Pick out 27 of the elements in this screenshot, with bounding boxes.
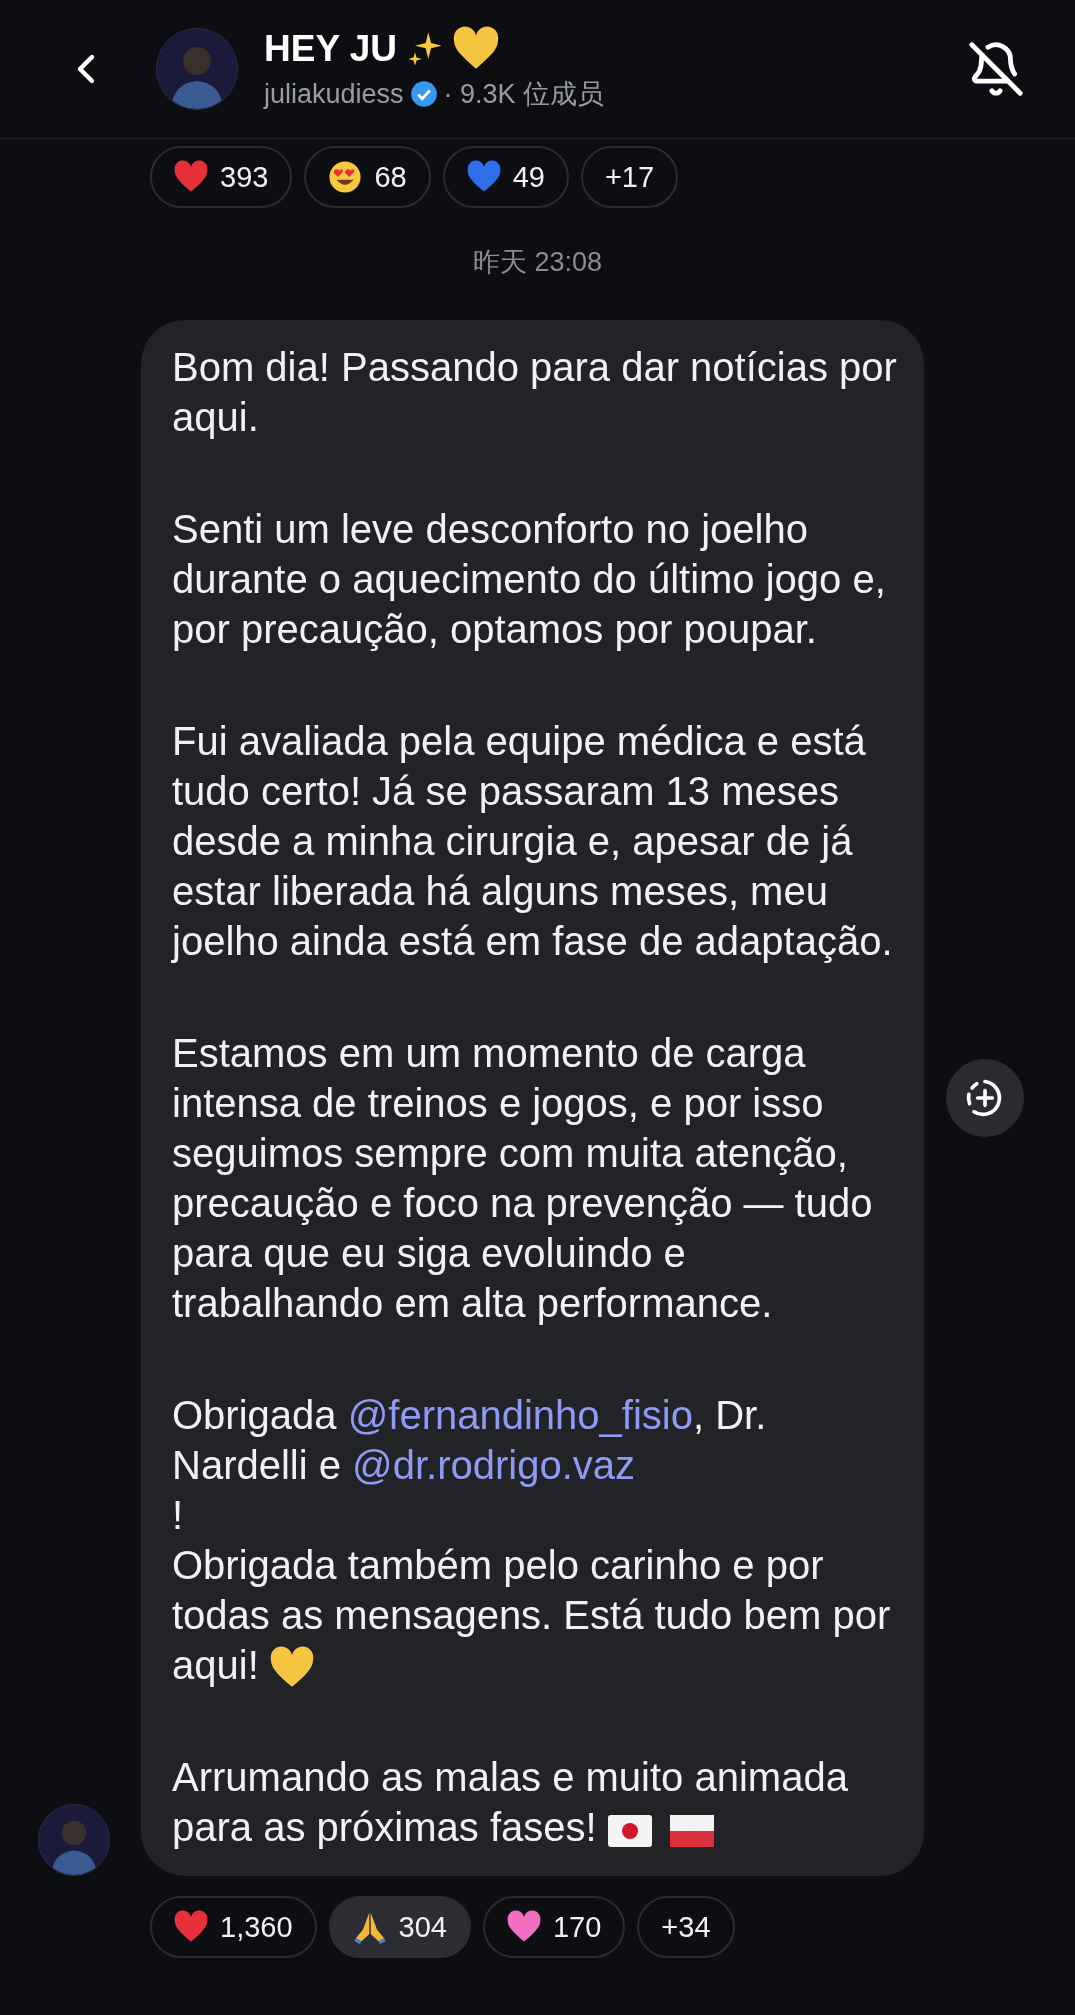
- reaction-chip[interactable]: 393: [150, 146, 293, 208]
- reaction-chip[interactable]: 49: [442, 146, 569, 208]
- reaction-chip[interactable]: 170: [482, 1896, 626, 1959]
- reaction-chip[interactable]: +34: [637, 1896, 735, 1959]
- heart-icon: [174, 160, 208, 194]
- member-count: · 9.3K 位成员: [443, 78, 605, 111]
- message-paragraph: Bom dia! Passando para dar notícias por aqui.: [172, 344, 898, 441]
- message-paragraph: Senti um leve desconforto no joelho durante o aquecimento do último jogo e, por precaução, optamos por poupar.: [172, 506, 887, 653]
- mention-link[interactable]: @fernandinho_fisio: [347, 1393, 693, 1437]
- message-paragraph: Obrigada @fernandinho_fisio, Dr. Nardelli e @dr.rodrigo.vaz ! Obrigada também pelo carinho e por todas as mensagens. Está tudo bem por aqui!: [172, 1390, 904, 1691]
- flag-icon: [607, 1814, 652, 1847]
- smiley-icon: [328, 160, 363, 194]
- verified-badge-icon: [409, 80, 438, 108]
- message-paragraph: Estamos em um momento de carga intensa de treinos e jogos, e por isso seguimos sempre com muita atenção, precaução e foco na prevenção — tudo para que eu siga evoluindo e trabalhando em alta performance.: [172, 1030, 874, 1327]
- mute-bell-icon[interactable]: [967, 40, 1025, 98]
- timestamp: 昨天 23:08: [472, 246, 603, 279]
- reaction-chip[interactable]: +17: [580, 146, 679, 208]
- message-paragraph: Fui avaliada pela equipe médica e está tudo certo! Já se passaram 13 meses desde a minha cirurgia e, apesar de já estar liberada há alguns meses, meu joelho ainda está em fase de adaptação.: [172, 718, 894, 965]
- mention-link[interactable]: @dr.rodrigo.vaz: [352, 1443, 636, 1487]
- reaction-chip[interactable]: 1,360: [150, 1896, 317, 1959]
- username: juliakudiess: [264, 78, 404, 110]
- message-paragraph: Arrumando as malas e muito animada para as próximas fases!: [172, 1754, 849, 1852]
- reaction-chip[interactable]: 304: [328, 1896, 471, 1959]
- heart-icon: [466, 160, 501, 194]
- reaction-chip[interactable]: 68: [304, 146, 431, 208]
- channel-title: HEY JU: [264, 28, 397, 70]
- flag-icon: [669, 1814, 714, 1847]
